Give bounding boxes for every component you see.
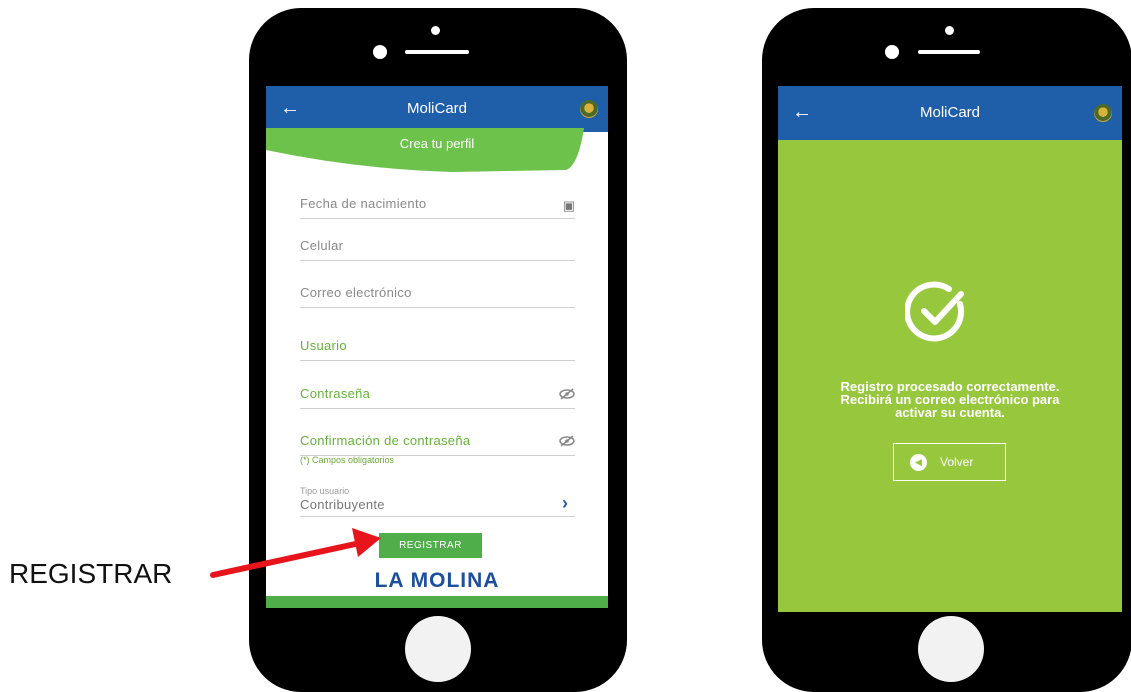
app-bar: ← MoliCard	[778, 86, 1122, 140]
home-button[interactable]	[405, 616, 471, 682]
app-title: MoliCard	[406, 100, 467, 117]
eye-off-icon[interactable]	[559, 388, 575, 403]
password-confirm-placeholder: Confirmación de contraseña	[300, 433, 471, 448]
success-screen: ← MoliCard Registro procesado correctame…	[778, 86, 1122, 612]
create-profile-banner: Crea tu perfil	[266, 128, 608, 172]
back-button-label: Volver	[940, 455, 974, 469]
success-message: Registro procesado correctamente. Recibi…	[778, 380, 1122, 419]
app-bar: ← MoliCard	[266, 86, 608, 132]
home-button[interactable]	[918, 616, 984, 682]
calendar-icon[interactable]: ▣	[563, 198, 575, 214]
back-circle-icon: ◀	[910, 454, 927, 471]
municipal-seal-icon	[580, 100, 598, 118]
earpiece-slot	[918, 50, 980, 54]
user-type-select[interactable]: Contribuyente	[300, 497, 385, 512]
birthdate-field[interactable]: Fecha de nacimiento ▣	[300, 196, 575, 219]
eye-off-icon[interactable]	[559, 435, 575, 450]
user-type-label: Tipo usuario	[300, 486, 350, 496]
banner-label: Crea tu perfil	[399, 136, 475, 151]
speaker-dot	[945, 26, 954, 35]
required-fields-note: (*) Campos obligatorios	[300, 455, 395, 465]
birthdate-placeholder: Fecha de nacimiento	[300, 196, 427, 211]
bottom-bar	[266, 596, 608, 608]
speaker-dot	[431, 26, 440, 35]
municipal-seal-icon	[1094, 104, 1112, 122]
app-title: MoliCard	[919, 104, 980, 121]
phone-field[interactable]: Celular	[300, 238, 575, 261]
front-camera	[373, 45, 387, 59]
front-camera	[885, 45, 899, 59]
password-placeholder: Contraseña	[300, 386, 371, 401]
back-button[interactable]: ◀ Volver	[893, 443, 1006, 481]
earpiece-slot	[405, 50, 469, 54]
annotation-label: REGISTRAR	[9, 558, 173, 589]
password-confirm-field[interactable]: Confirmación de contraseña	[300, 433, 575, 456]
register-screen: ← MoliCard Crea tu perfil Fecha de nacim…	[266, 86, 608, 608]
la-molina-logo: LA MOLINA	[374, 569, 500, 592]
username-placeholder: Usuario	[300, 338, 347, 353]
success-line-3: activar su cuenta.	[895, 405, 1005, 420]
username-field[interactable]: Usuario	[300, 338, 575, 361]
check-circle-icon	[905, 281, 965, 342]
email-placeholder: Correo electrónico	[300, 285, 412, 300]
register-button[interactable]: REGISTRAR	[379, 533, 482, 558]
email-field[interactable]: Correo electrónico	[300, 285, 575, 308]
phone-placeholder: Celular	[300, 238, 344, 253]
chevron-right-icon[interactable]: ›	[562, 493, 568, 514]
password-field[interactable]: Contraseña	[300, 386, 575, 409]
user-type-underline	[300, 516, 575, 517]
